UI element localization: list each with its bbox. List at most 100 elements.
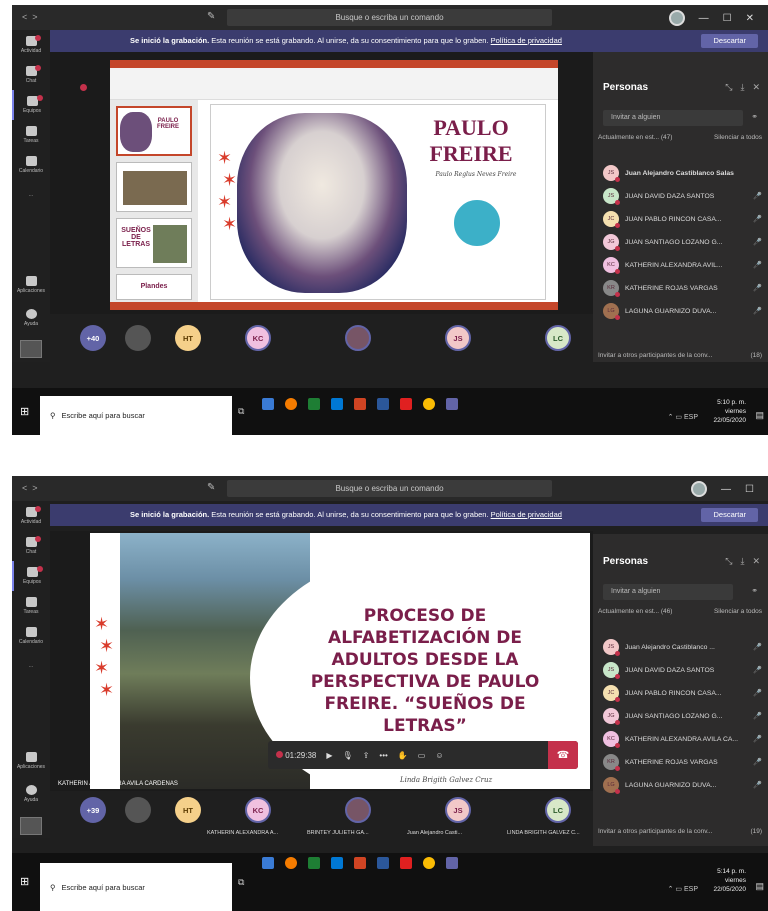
participant-tile[interactable]: JS (445, 325, 471, 351)
rail-help[interactable]: Ayuda (12, 303, 50, 333)
task-view-icon[interactable]: ⧉ (238, 406, 244, 417)
pp-ribbon[interactable] (110, 68, 558, 100)
close-icon[interactable]: ✕ (752, 82, 760, 93)
download-icon[interactable]: ⤓ (740, 82, 744, 93)
participant-row[interactable]: LG LAGUNA GUARNIZO DUVA... 🎤 (603, 302, 762, 320)
chrome-icon[interactable] (423, 398, 435, 410)
participant-row[interactable]: JC JUAN PABLO RINCON CASA... 🎤 (603, 684, 762, 702)
mail-icon[interactable] (331, 398, 343, 410)
rail-activity[interactable]: Actividad (12, 501, 50, 531)
participant-row[interactable]: JS Juan Alejandro Castiblanco ... 🎤 (603, 638, 762, 656)
participant-row[interactable]: KR KATHERINE ROJAS VARGAS 🎤 (603, 753, 762, 771)
task-view-icon[interactable]: ⧉ (238, 877, 244, 888)
minimize-button[interactable]: — (699, 13, 709, 24)
maximize-button[interactable]: ☐ (745, 484, 754, 495)
word-icon[interactable] (377, 398, 389, 410)
privacy-link[interactable]: Política de privacidad (491, 36, 562, 45)
system-tray-icons[interactable]: ⌃ ▭ ESP (668, 413, 698, 421)
camera-icon[interactable]: ▶ (326, 751, 332, 760)
rail-tasks[interactable]: Tareas (12, 591, 50, 621)
taskbar-search[interactable]: ⚲ Escribe aquí para buscar (40, 863, 232, 911)
windows-start-icon[interactable]: ⊞ (20, 875, 29, 888)
chat-toggle-icon[interactable]: ▭ (418, 751, 426, 760)
participant-tile[interactable]: +39 (80, 797, 106, 823)
compose-icon[interactable]: ✎ (207, 482, 215, 493)
rail-help[interactable]: Ayuda (12, 779, 50, 809)
privacy-link[interactable]: Política de privacidad (491, 510, 562, 519)
invite-others[interactable]: Invitar a otros participantes de la conv… (598, 352, 762, 359)
rail-apps[interactable]: Aplicaciones (12, 746, 50, 776)
clock[interactable]: 5:14 p. m. viernes 22/05/2020 (713, 867, 746, 894)
windows-start-icon[interactable]: ⊞ (20, 405, 29, 418)
participant-tile[interactable]: HT (175, 797, 201, 823)
rail-chat[interactable]: Chat (12, 60, 50, 90)
rail-teams[interactable]: Equipos (12, 90, 50, 120)
popout-icon[interactable]: ⤡ (725, 556, 732, 567)
participant-tile[interactable] (345, 325, 371, 351)
participant-tile[interactable]: KC (245, 797, 271, 823)
rail-chat[interactable]: Chat (12, 531, 50, 561)
rail-more[interactable]: ... (12, 180, 50, 210)
system-tray-icons[interactable]: ⌃ ▭ ESP (668, 885, 698, 893)
invite-input[interactable]: Invitar a alguien (603, 110, 743, 126)
link-icon[interactable]: ⚭ (751, 586, 758, 595)
participant-row[interactable]: JC JUAN PABLO RINCON CASA... 🎤 (603, 210, 762, 228)
rail-activity[interactable]: Actividad (12, 30, 50, 60)
invite-input[interactable]: Invitar a alguien (603, 584, 733, 600)
command-search[interactable]: Busque o escriba un comando (227, 480, 552, 497)
command-search[interactable]: Busque o escriba un comando (227, 9, 552, 26)
thumb-3[interactable]: SUEÑOS DE LETRAS (116, 218, 192, 268)
powerpoint-icon[interactable] (354, 398, 366, 410)
thumb-1[interactable]: PAULO FREIRE (116, 106, 192, 156)
download-icon[interactable]: ⤓ (740, 556, 744, 567)
participant-row[interactable]: JS JUAN DAVID DAZA SANTOS 🎤 (603, 661, 762, 679)
firefox-icon[interactable] (285, 857, 297, 869)
participant-tile[interactable]: KC (245, 325, 271, 351)
participant-row[interactable]: JS Juan Alejandro Castiblanco Salas (603, 164, 762, 182)
acrobat-icon[interactable] (400, 398, 412, 410)
powerpoint-icon[interactable] (354, 857, 366, 869)
participant-row[interactable]: JG JUAN SANTIAGO LOZANO G... 🎤 (603, 707, 762, 725)
teams-app-icon[interactable] (446, 398, 458, 410)
mic-off-icon[interactable]: 🎙 (343, 751, 353, 760)
participant-tile[interactable]: LC (545, 325, 571, 351)
current-participants-header[interactable]: Actualmente en est... (47) Silenciar a to… (598, 134, 762, 141)
participant-tile[interactable]: HT (175, 325, 201, 351)
taskbar-search[interactable]: ⚲ Escribe aquí para buscar (40, 396, 232, 435)
participant-row[interactable]: LG LAGUNA GUARNIZO DUVA... 🎤 (603, 776, 762, 794)
dismiss-button[interactable]: Descartar (701, 508, 758, 522)
participant-tile[interactable] (345, 797, 371, 823)
excel-icon[interactable] (308, 857, 320, 869)
raise-hand-icon[interactable]: ✋ (398, 751, 408, 760)
chrome-icon[interactable] (423, 857, 435, 869)
participant-tile[interactable] (125, 797, 151, 823)
desktop-icon[interactable] (262, 857, 274, 869)
nav-arrows[interactable]: < > (22, 483, 38, 493)
firefox-icon[interactable] (285, 398, 297, 410)
acrobat-icon[interactable] (400, 857, 412, 869)
nav-arrows[interactable]: < > (22, 12, 38, 22)
share-screen-icon[interactable]: ⇪ (363, 751, 370, 760)
excel-icon[interactable] (308, 398, 320, 410)
participant-tile[interactable]: +40 (80, 325, 106, 351)
device-icon[interactable] (20, 340, 42, 358)
dismiss-button[interactable]: Descartar (701, 34, 758, 48)
hang-up-button[interactable]: ☎ (548, 741, 578, 769)
popout-icon[interactable]: ⤡ (725, 82, 732, 93)
close-button[interactable]: ✕ (746, 13, 754, 24)
participant-tile[interactable]: LC (545, 797, 571, 823)
close-icon[interactable]: ✕ (752, 556, 760, 567)
participants-icon[interactable]: ☺ (435, 751, 443, 760)
rail-more[interactable]: ... (12, 651, 50, 681)
participant-tile[interactable]: JS (445, 797, 471, 823)
participant-row[interactable]: KR KATHERINE ROJAS VARGAS 🎤 (603, 279, 762, 297)
thumb-4[interactable]: Plandes (116, 274, 192, 300)
thumb-2[interactable] (116, 162, 192, 212)
clock[interactable]: 5:10 p. m. viernes 22/05/2020 (713, 398, 746, 425)
maximize-button[interactable]: ☐ (723, 13, 732, 24)
minimize-button[interactable]: — (721, 484, 731, 495)
rail-teams[interactable]: Equipos (12, 561, 50, 591)
device-icon[interactable] (20, 817, 42, 835)
notification-icon[interactable]: ▤ (755, 881, 764, 892)
participant-row[interactable]: JG JUAN SANTIAGO LOZANO G... 🎤 (603, 233, 762, 251)
